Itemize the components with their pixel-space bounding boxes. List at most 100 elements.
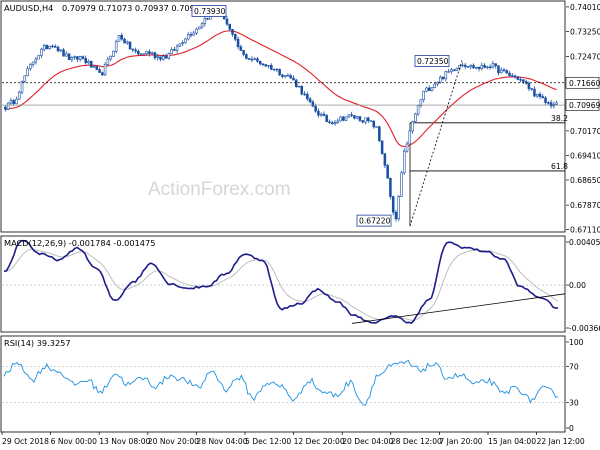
candle-body — [278, 68, 281, 76]
price-tick-label: 0.70170 — [570, 127, 600, 136]
candle-body — [51, 45, 54, 48]
price-tick-label: 0.67110 — [570, 226, 600, 235]
price-tick-label: 0.69410 — [570, 151, 600, 160]
candle-body — [192, 32, 196, 36]
candle-body — [308, 98, 312, 103]
candle-body — [231, 29, 234, 35]
x-tick-label: 29 Oct 2018 — [2, 437, 49, 446]
rsi-tick-label: 0 — [569, 424, 574, 433]
candle-body — [350, 114, 353, 116]
candle-body — [416, 105, 420, 115]
candle-body — [391, 196, 395, 213]
candle-body — [15, 98, 18, 105]
candle-body — [120, 35, 123, 40]
candle-body — [494, 63, 497, 67]
candle-body — [275, 68, 279, 71]
candle-body — [538, 93, 542, 97]
candle-body — [297, 85, 301, 88]
x-tick-label: 6 Nov 00:00 — [51, 437, 98, 446]
candle-body — [292, 77, 295, 81]
candle-body — [67, 53, 71, 60]
candle-body — [455, 67, 459, 71]
price-tick-label: 0.72470 — [570, 53, 600, 62]
candle-body — [6, 102, 10, 110]
candle-body — [26, 68, 29, 77]
candle-body — [73, 56, 76, 58]
candle-body — [258, 61, 262, 65]
candle-body — [511, 75, 514, 77]
candle-body — [389, 177, 392, 197]
candle-body — [9, 100, 13, 104]
x-tick-label: 28 Dec 12:00 — [391, 437, 442, 446]
macd-title: MACD(12,26,9) -0.001784 -0.001475 — [4, 238, 155, 248]
candle-body — [488, 66, 492, 69]
candle-body — [117, 35, 121, 42]
candle-body — [369, 120, 373, 122]
x-tick-label: 22 Jan 12:00 — [537, 437, 585, 446]
level-label: 0.71660 — [569, 79, 600, 88]
candle-body — [547, 102, 550, 104]
candle-body — [261, 63, 265, 66]
candle-body — [358, 116, 362, 121]
candle-body — [502, 69, 506, 72]
candle-body — [106, 58, 110, 65]
candle-body — [29, 64, 32, 70]
candle-body — [103, 64, 107, 76]
candle-body — [109, 56, 112, 60]
candle-body — [253, 58, 256, 61]
candle-body — [330, 122, 334, 125]
candle-body — [12, 100, 15, 105]
candle-body — [347, 114, 351, 118]
candle-body — [225, 18, 229, 25]
candle-body — [336, 120, 340, 123]
candle-body — [527, 82, 531, 89]
candle-body — [380, 140, 384, 154]
candle-body — [541, 96, 545, 99]
candle-body — [319, 113, 323, 116]
candle-body — [234, 34, 237, 40]
candle-body — [137, 50, 140, 55]
price-tag-label: 0.73930 — [194, 7, 226, 16]
candle-body — [378, 126, 381, 142]
candle-body — [272, 68, 276, 71]
candle-body — [508, 72, 511, 76]
candle-body — [408, 130, 412, 145]
candle-body — [411, 121, 414, 132]
candle-body — [427, 87, 431, 91]
candle-body — [4, 106, 7, 110]
candle-body — [286, 75, 290, 77]
candle-body — [447, 71, 450, 73]
price-tick-label: 0.73250 — [570, 27, 600, 36]
candle-body — [131, 48, 135, 51]
candle-body — [173, 49, 176, 51]
candle-body — [461, 64, 464, 67]
candle-body — [95, 66, 99, 70]
fib-level-label: 38.2 — [551, 114, 568, 123]
symbol-label: AUDUSD,H4 — [4, 3, 53, 13]
candle-body — [48, 45, 51, 49]
price-tick-label: 0.74010 — [570, 3, 600, 12]
candle-body — [433, 83, 437, 88]
candle-body — [167, 53, 171, 59]
candle-body — [98, 69, 101, 73]
candle-body — [153, 52, 157, 59]
candle-body — [125, 41, 129, 44]
candle-body — [164, 55, 168, 59]
candle-body — [23, 75, 27, 82]
candle-body — [65, 53, 68, 57]
candle-body — [383, 153, 387, 166]
candle-body — [162, 55, 165, 60]
candle-body — [139, 53, 143, 55]
candle-body — [181, 42, 184, 45]
candle-body — [439, 76, 442, 83]
candle-body — [134, 49, 137, 52]
candle-body — [92, 66, 96, 68]
candle-body — [452, 69, 456, 71]
candle-body — [486, 66, 489, 69]
candle-body — [289, 75, 292, 79]
candle-body — [256, 58, 259, 62]
candle-body — [463, 64, 467, 67]
candle-body — [472, 64, 475, 69]
candle-body — [17, 91, 21, 100]
candle-body — [70, 57, 74, 60]
